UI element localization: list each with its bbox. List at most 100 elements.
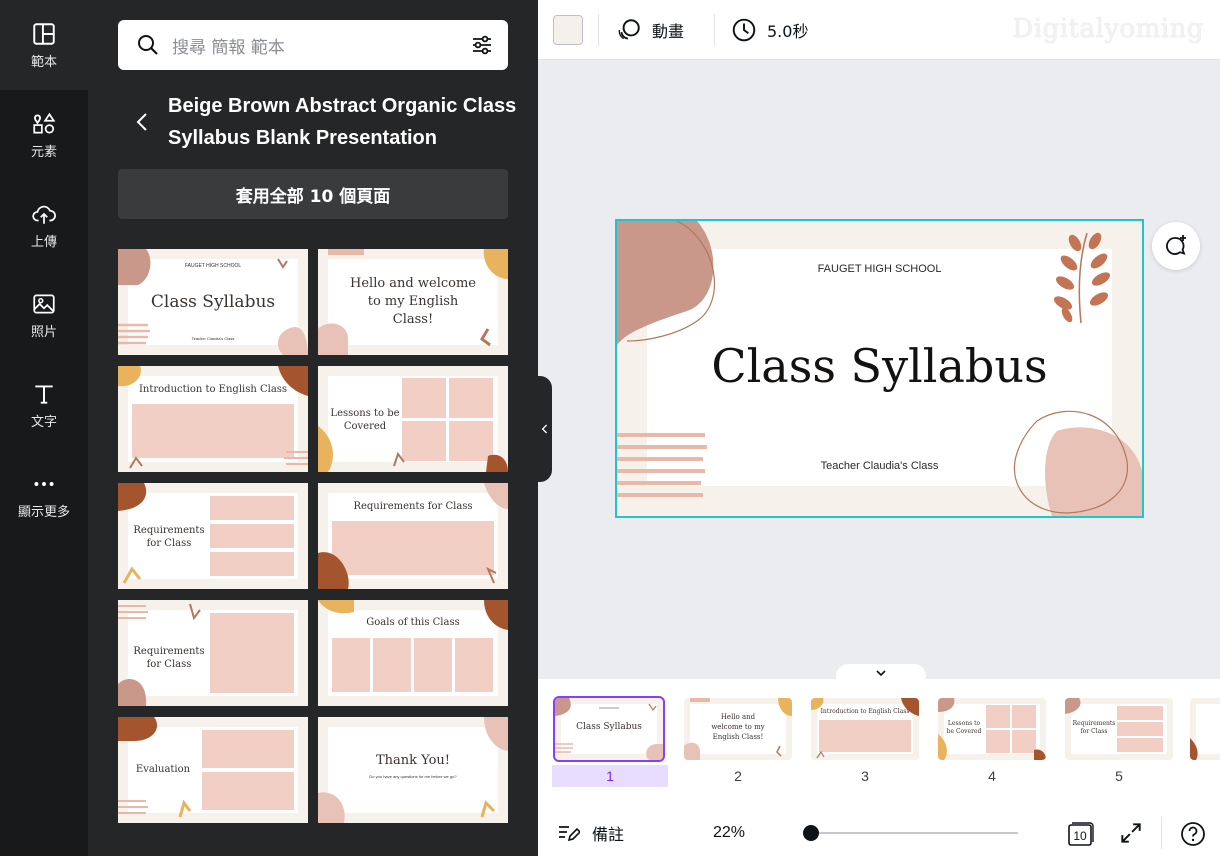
slide-teacher-name[interactable]: Teacher Claudia's Class <box>617 460 1142 472</box>
page-thumb-2[interactable]: Hello and welcome to my English Class! <box>684 698 792 760</box>
thumb-3-title: Introduction to English Class <box>138 384 288 395</box>
notes-icon <box>559 826 580 842</box>
rail-item-uploads[interactable]: 上傳 <box>0 180 88 270</box>
template-page-thumb-3[interactable]: Introduction to English Class <box>118 366 308 472</box>
search-input[interactable]: 搜尋 簡報 範本 <box>172 33 470 58</box>
back-chevron-icon[interactable] <box>132 110 154 134</box>
page-3-label: Introduction to English Class <box>820 708 910 715</box>
template-page-thumb-8[interactable]: Goals of this Class <box>318 600 508 706</box>
template-title: Beige Brown Abstract Organic Class Sylla… <box>168 95 517 149</box>
fullscreen-icon[interactable] <box>1118 820 1144 846</box>
notes-label: 備註 <box>592 825 625 844</box>
rail-item-photos[interactable]: 照片 <box>0 270 88 360</box>
clock-icon <box>732 18 756 42</box>
thumb-decoration <box>318 483 508 589</box>
toolbar-divider <box>598 14 599 46</box>
template-page-thumb-7[interactable]: Requirements for Class <box>118 600 308 706</box>
slide-canvas[interactable]: FAUGET HIGH SCHOOL Class Syllabus Teache… <box>615 219 1144 518</box>
duration-label: 5.0秒 <box>767 22 809 41</box>
notes-button[interactable]: 備註 <box>556 821 624 845</box>
pages-strip: Class Syllabus 1 Hello and welcome to my… <box>538 679 1220 805</box>
zoom-slider-track[interactable] <box>808 832 1018 834</box>
rail-item-more[interactable]: 顯示更多 <box>0 450 88 540</box>
elements-icon <box>33 112 56 134</box>
rail-label-photos: 照片 <box>30 324 57 340</box>
animate-label: 動畫 <box>652 22 685 41</box>
background-color-swatch[interactable] <box>553 15 583 45</box>
template-page-thumb-2[interactable]: Hello and welcome to my English Class! <box>318 249 508 355</box>
timing-button[interactable]: 5.0秒 <box>731 16 808 44</box>
template-page-thumb-5[interactable]: Requirements for Class <box>118 483 308 589</box>
page-number-4[interactable]: 4 <box>934 768 1050 784</box>
page-thumb-4[interactable]: Lessons to be Covered <box>938 698 1046 760</box>
zoom-level[interactable]: 22% <box>713 824 745 842</box>
text-icon <box>35 384 53 404</box>
page-2-label: Hello and welcome to my English Class! <box>711 713 765 741</box>
zoom-slider-handle[interactable] <box>803 825 819 841</box>
page-thumb-3[interactable]: Introduction to English Class <box>811 698 919 760</box>
thumb-10-title: Thank You! <box>375 753 451 768</box>
template-page-thumb-10[interactable]: Thank You! Do you have any questions for… <box>318 717 508 823</box>
filter-icon[interactable] <box>470 33 494 57</box>
page-number-5[interactable]: 5 <box>1061 768 1177 784</box>
rail-label-more: 顯示更多 <box>17 504 70 520</box>
page-5-label: Requirements for Class <box>1072 720 1116 735</box>
thumb-1-title: Class Syllabus <box>150 292 276 312</box>
page-number-3[interactable]: 3 <box>807 768 923 784</box>
template-page-thumb-4[interactable]: Lessons to be Covered <box>318 366 508 472</box>
page-thumb-6[interactable] <box>1190 698 1220 760</box>
collapse-panel-button[interactable] <box>538 376 552 482</box>
thumb-9-title: Evaluation <box>135 764 191 775</box>
thumb-1-teacher: Teacher Claudia's Class <box>191 336 235 341</box>
page-thumb-1[interactable]: Class Syllabus <box>553 696 665 762</box>
slide-school-name[interactable]: FAUGET HIGH SCHOOL <box>617 263 1142 275</box>
slide-title[interactable]: Class Syllabus <box>617 339 1142 393</box>
thumb-10-subtitle: Do you have any questions for me before … <box>369 774 457 779</box>
add-comment-button[interactable] <box>1152 222 1200 270</box>
page-count: 10 <box>1073 829 1087 843</box>
thumb-6-title: Requirements for Class <box>353 501 473 512</box>
editor-toolbar: 動畫 5.0秒 Digitalyoming <box>538 0 1220 60</box>
rail-item-elements[interactable]: 元素 <box>0 90 88 180</box>
template-icon <box>33 22 55 45</box>
rail-label-uploads: 上傳 <box>30 234 57 250</box>
thumb-4-title: Lessons to be Covered <box>330 408 400 432</box>
thumb-decoration <box>118 366 308 469</box>
upload-icon <box>32 205 56 224</box>
page-1-label: Class Syllabus <box>576 722 642 732</box>
page-thumb-decoration <box>1190 704 1220 760</box>
thumb-decoration <box>318 600 508 696</box>
bottom-divider <box>1161 817 1162 849</box>
help-icon[interactable] <box>1179 820 1207 848</box>
rail-label-elements: 元素 <box>30 144 57 160</box>
page-number-1[interactable]: 1 <box>552 765 668 787</box>
template-search-box[interactable]: 搜尋 簡報 範本 <box>118 20 508 70</box>
thumb-2-title: Hello and welcome to my English Class! <box>350 276 476 327</box>
watermark-text: Digitalyoming <box>1012 14 1204 44</box>
chevron-down-icon <box>876 670 886 677</box>
rail-item-text[interactable]: 文字 <box>0 360 88 450</box>
page-4-label: Lessons to be Covered <box>946 720 982 735</box>
animate-button[interactable]: 動畫 <box>616 16 684 44</box>
rail-label-text: 文字 <box>30 414 57 430</box>
rail-item-templates[interactable]: 範本 <box>0 0 88 90</box>
photo-icon <box>33 293 55 314</box>
search-icon <box>138 35 158 55</box>
thumb-decoration <box>318 717 508 823</box>
bottom-bar: 備註 22% 10 <box>538 805 1220 856</box>
toolbar-divider <box>714 14 715 46</box>
template-page-thumb-1[interactable]: FAUGET HIGH SCHOOL Class Syllabus Teache… <box>118 249 308 355</box>
page-number-2[interactable]: 2 <box>680 768 796 784</box>
thumb-1-school: FAUGET HIGH SCHOOL <box>184 263 242 269</box>
page-thumb-5[interactable]: Requirements for Class <box>1065 698 1173 760</box>
page-grid-view-icon[interactable]: 10 <box>1066 820 1094 848</box>
template-page-thumb-9[interactable]: Evaluation <box>118 717 308 823</box>
template-page-thumb-6[interactable]: Requirements for Class <box>318 483 508 589</box>
thumb-7-title: Requirements for Class <box>133 646 205 670</box>
chevron-left-icon <box>541 424 548 434</box>
thumb-5-title: Requirements for Class <box>133 525 205 549</box>
rail-label-templates: 範本 <box>30 54 57 70</box>
animate-icon <box>618 19 640 40</box>
left-rail: 範本 元素 上傳 照片 文字 顯示更多 <box>0 0 88 856</box>
apply-all-pages-button[interactable]: 套用全部 10 個頁面 <box>118 169 508 219</box>
